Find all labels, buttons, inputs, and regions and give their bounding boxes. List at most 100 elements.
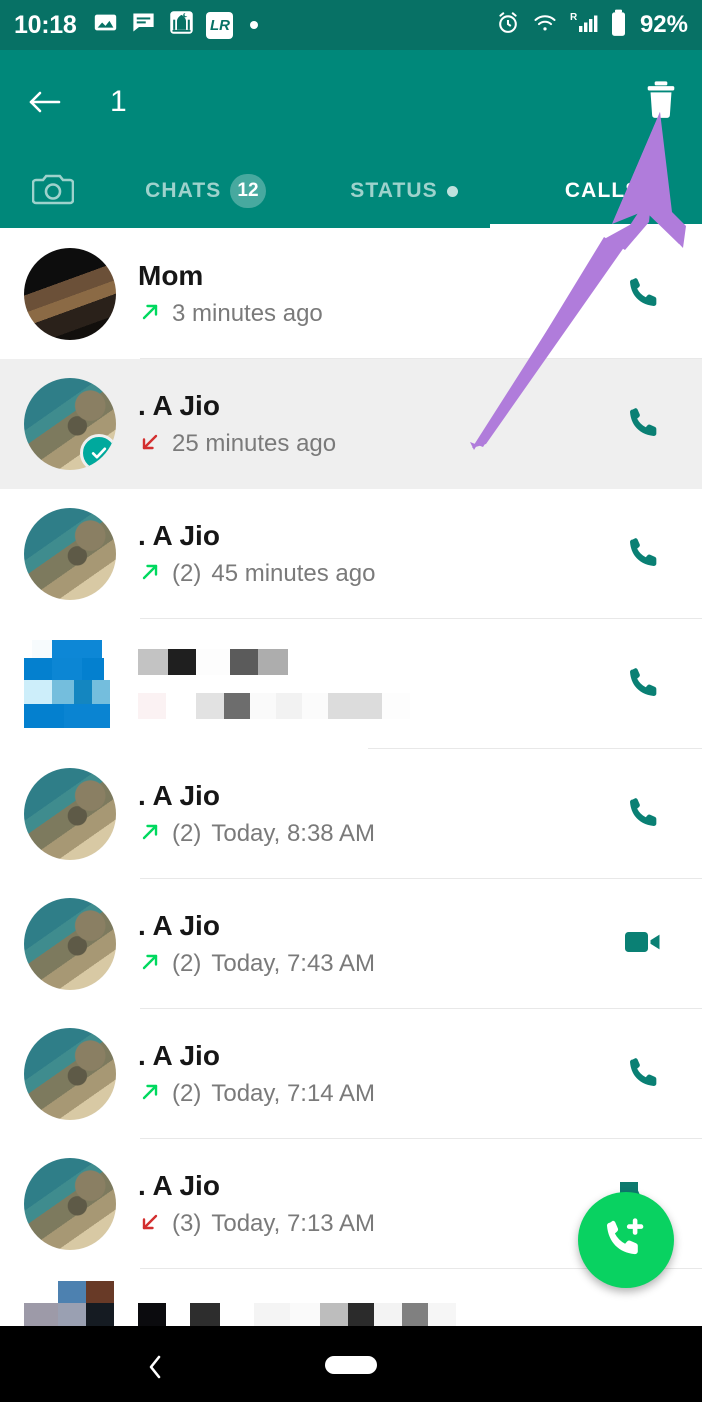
phone-plus-icon (602, 1214, 650, 1267)
tab-calls-label: CALLS (564, 179, 641, 202)
contact-name: . A Jio (138, 910, 220, 942)
outgoing-call-icon (138, 820, 162, 849)
tab-bar: CHATS 12 STATUS CALLS (0, 154, 702, 228)
tab-status-label: STATUS (350, 179, 438, 202)
call-back-button[interactable] (616, 663, 672, 706)
new-call-fab[interactable] (578, 1192, 674, 1288)
tab-camera[interactable] (0, 171, 106, 212)
call-back-button[interactable] (616, 1053, 672, 1096)
contact-name: . A Jio (138, 1170, 220, 1202)
video-icon (624, 927, 664, 962)
battery-icon (610, 9, 627, 42)
image-icon (92, 9, 119, 41)
toolbar-actions (642, 79, 680, 126)
contact-name: Mom (138, 260, 204, 292)
call-log-row-selected[interactable]: . A Jio 25 minutes ago (0, 359, 702, 489)
call-back-button[interactable] (616, 793, 672, 836)
incoming-call-icon (138, 430, 162, 459)
outgoing-call-icon (138, 1080, 162, 1109)
avatar[interactable] (24, 1028, 116, 1120)
outgoing-call-icon (138, 560, 162, 589)
call-log-row[interactable]: . A Jio (2) 45 minutes ago (0, 489, 702, 619)
call-row-text: . A Jio 25 minutes ago (138, 389, 616, 458)
call-log-row[interactable]: . A Jio (2) Today, 7:14 AM (0, 1009, 702, 1139)
call-meta: (2) 45 minutes ago (138, 560, 616, 589)
status-bar-system-icons: R 92% (495, 9, 688, 42)
avatar[interactable] (24, 508, 116, 600)
call-meta: 25 minutes ago (138, 430, 616, 459)
avatar[interactable] (24, 248, 116, 340)
signal-icon: R (569, 10, 599, 41)
tab-chats[interactable]: CHATS 12 (106, 154, 305, 228)
call-log-row[interactable]: . A Jio (2) Today, 7:43 AM (0, 879, 702, 1009)
tab-status[interactable]: STATUS (305, 154, 504, 228)
back-button[interactable] (22, 79, 68, 125)
call-row-text: Mom 3 minutes ago (138, 259, 616, 328)
contact-name: . A Jio (138, 520, 220, 552)
phone-icon (625, 403, 663, 446)
call-row-text: . A Jio (2) Today, 7:14 AM (138, 1039, 616, 1108)
call-count: (2) (172, 950, 202, 978)
avatar[interactable] (24, 1158, 116, 1250)
call-log-row[interactable]: Mom 3 minutes ago (0, 229, 702, 359)
call-count: (2) (172, 560, 202, 588)
call-row-text: . A Jio (2) 45 minutes ago (138, 519, 616, 588)
call-time: 3 minutes ago (172, 300, 323, 328)
nav-home-indicator[interactable] (325, 1356, 377, 1374)
call-meta: (2) Today, 8:38 AM (138, 820, 616, 849)
call-count: (2) (172, 1080, 202, 1108)
selection-count: 1 (110, 85, 127, 118)
phone-icon (625, 793, 663, 836)
outgoing-call-icon (138, 300, 162, 329)
wifi-icon (532, 10, 558, 41)
lr-icon: LR (206, 11, 234, 39)
call-meta: 3 minutes ago (138, 300, 616, 329)
avatar-censored[interactable] (24, 638, 116, 730)
message-icon (130, 9, 157, 41)
call-row-text-censored (138, 649, 616, 719)
call-time: Today, 7:14 AM (211, 1080, 375, 1108)
outgoing-call-icon (138, 950, 162, 979)
call-count: (2) (172, 820, 202, 848)
avatar[interactable] (24, 768, 116, 860)
call-back-button[interactable] (616, 403, 672, 446)
contact-name: . A Jio (138, 390, 220, 422)
selected-check-badge (80, 434, 116, 470)
delete-button[interactable] (642, 79, 680, 126)
system-nav-bar (0, 1332, 702, 1402)
video-call-button[interactable] (616, 927, 672, 962)
call-back-button[interactable] (616, 533, 672, 576)
call-meta: (2) Today, 7:43 AM (138, 950, 616, 979)
whatsapp-calls-screen: 10:18 LR R 92% 1 CHATS 12 STATUS CALLS M… (0, 0, 702, 1402)
nav-back-button[interactable] (138, 1350, 172, 1384)
avatar[interactable] (24, 898, 116, 990)
tab-calls[interactable]: CALLS (503, 154, 702, 228)
call-log-list[interactable]: Mom 3 minutes ago . A Jio 25 minutes ago… (0, 229, 702, 1332)
call-back-button[interactable] (616, 273, 672, 316)
tab-chats-badge: 12 (230, 174, 266, 208)
call-meta: (2) Today, 7:14 AM (138, 1080, 616, 1109)
phone-icon (625, 533, 663, 576)
call-row-text-censored (138, 1279, 678, 1329)
battery-percentage: 92% (639, 11, 688, 38)
call-meta: (3) Today, 7:13 AM (138, 1210, 616, 1239)
censored-meta-blocks (138, 693, 616, 719)
call-log-row[interactable]: . A Jio (2) Today, 8:38 AM (0, 749, 702, 879)
camera-icon (31, 171, 75, 212)
contact-name: . A Jio (138, 1040, 220, 1072)
incoming-call-icon (138, 1210, 162, 1239)
tab-chats-label: CHATS (145, 179, 222, 202)
call-row-text: . A Jio (2) Today, 7:43 AM (138, 909, 616, 978)
avatar[interactable] (24, 378, 116, 470)
contact-name: . A Jio (138, 780, 220, 812)
call-time: 25 minutes ago (172, 430, 337, 458)
active-tab-indicator (490, 224, 702, 229)
tab-status-dot (446, 185, 458, 197)
status-bar-notification-icons: LR (92, 9, 259, 41)
avatar-censored[interactable] (24, 1281, 116, 1327)
svg-text:R: R (570, 12, 578, 23)
call-log-row-censored[interactable] (0, 619, 702, 749)
call-row-text: . A Jio (3) Today, 7:13 AM (138, 1169, 616, 1238)
phone-icon (625, 273, 663, 316)
status-bar: 10:18 LR R 92% (0, 0, 702, 50)
